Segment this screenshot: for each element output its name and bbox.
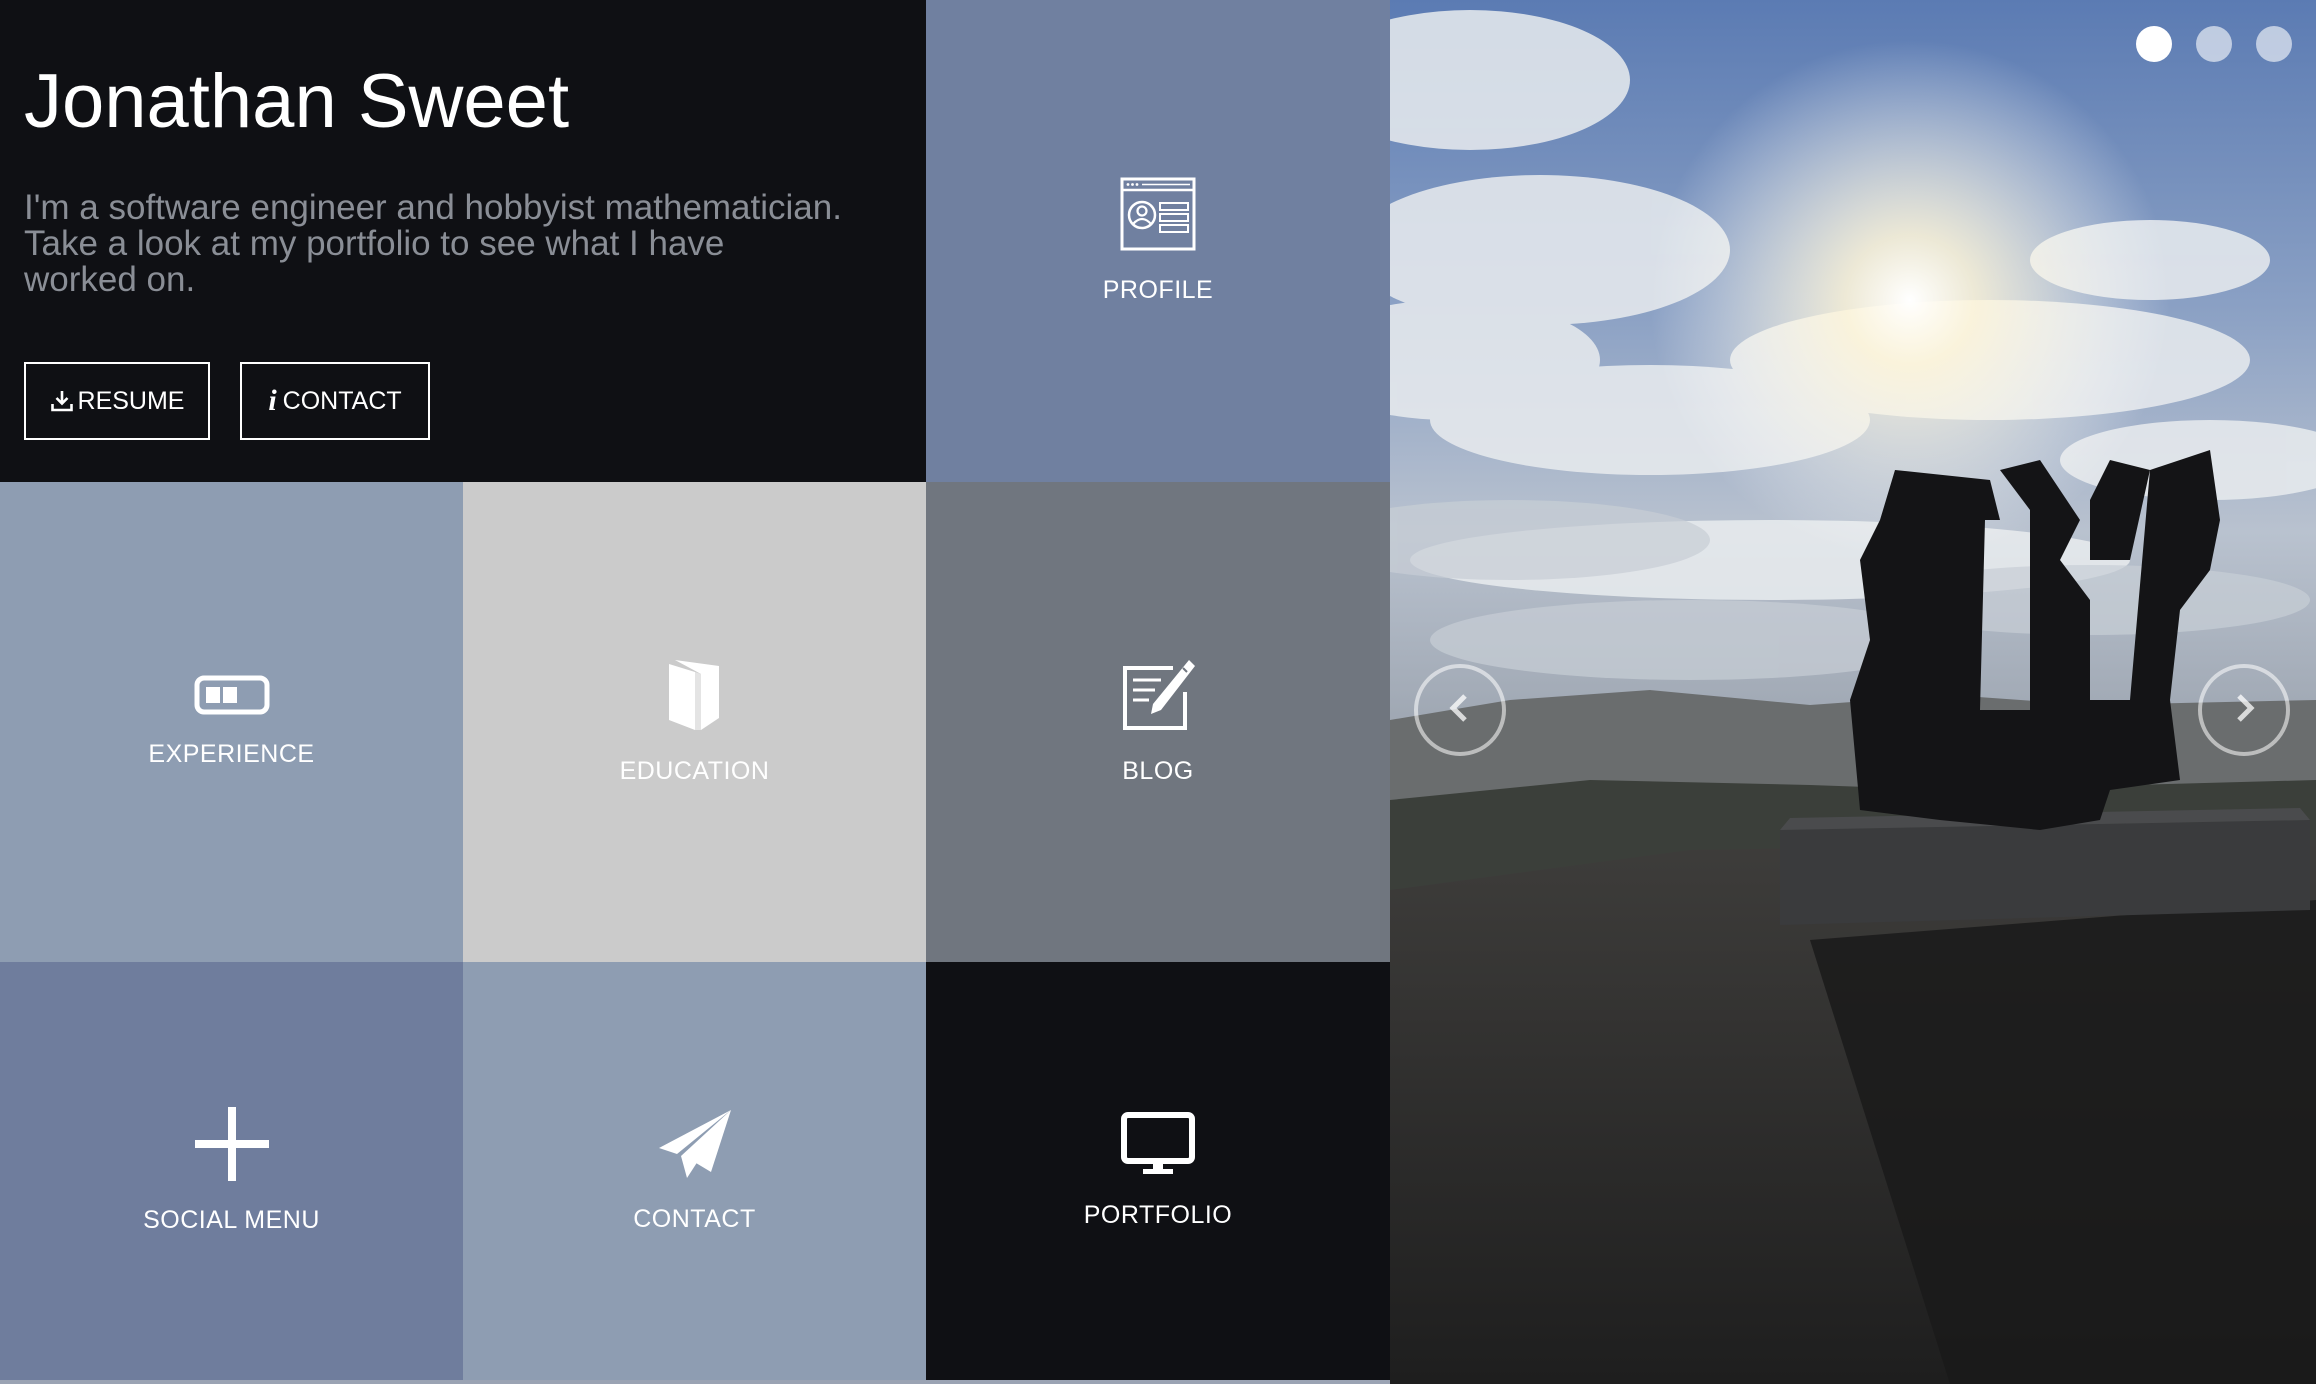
- book-icon: [665, 658, 725, 737]
- tile-profile[interactable]: PROFILE: [926, 0, 1390, 482]
- bio-line-1: I'm a software engineer and hobbyist mat…: [24, 188, 842, 227]
- tile-portfolio[interactable]: PORTFOLIO: [926, 962, 1390, 1380]
- profile-card-icon: [1120, 177, 1196, 256]
- slide-dot-1[interactable]: [2136, 26, 2172, 62]
- edit-document-icon: [1121, 658, 1195, 737]
- contact-info-label: CONTACT: [282, 386, 402, 415]
- tile-profile-label: PROFILE: [1102, 276, 1214, 304]
- info-icon: i: [268, 384, 277, 417]
- progress-bar-icon: [194, 675, 270, 720]
- monitor-icon: [1121, 1112, 1195, 1181]
- bio-text: I'm a software engineer and hobbyist mat…: [24, 190, 844, 298]
- tile-education-label: EDUCATION: [619, 757, 770, 785]
- tile-portfolio-label: PORTFOLIO: [1083, 1201, 1233, 1229]
- tile-blog-label: BLOG: [1122, 757, 1194, 785]
- slide-dot-3[interactable]: [2256, 26, 2292, 62]
- tile-contact[interactable]: CONTACT: [463, 962, 926, 1380]
- resume-button[interactable]: RESUME: [24, 362, 210, 440]
- next-slide-button[interactable]: [2198, 664, 2290, 756]
- tile-experience-label: EXPERIENCE: [148, 740, 315, 768]
- page-title: Jonathan Sweet: [24, 59, 570, 144]
- plus-icon: [194, 1107, 269, 1186]
- tile-experience[interactable]: EXPERIENCE: [0, 482, 463, 962]
- photo-slideshow[interactable]: [1390, 0, 2316, 1384]
- chevron-left-icon: [1442, 690, 1478, 731]
- tile-social-menu-label: SOCIAL MENU: [143, 1206, 320, 1234]
- resume-label: RESUME: [77, 386, 185, 415]
- bio-line-2: Take a look at my portfolio to see what …: [24, 224, 725, 299]
- chevron-right-icon: [2226, 690, 2262, 731]
- intro-panel: Jonathan Sweet I'm a software engineer a…: [0, 0, 926, 482]
- contact-info-button[interactable]: i CONTACT: [240, 362, 430, 440]
- page-bottom-border: [0, 1380, 1390, 1384]
- slide-dot-2[interactable]: [2196, 26, 2232, 62]
- tile-contact-label: CONTACT: [633, 1205, 756, 1233]
- tile-education[interactable]: EDUCATION: [463, 482, 926, 962]
- prev-slide-button[interactable]: [1414, 664, 1506, 756]
- tile-social-menu[interactable]: SOCIAL MENU: [0, 962, 463, 1380]
- download-icon: [50, 389, 74, 413]
- paper-plane-icon: [657, 1108, 733, 1185]
- tile-blog[interactable]: BLOG: [926, 482, 1390, 962]
- slide-photo: [1390, 0, 2316, 1384]
